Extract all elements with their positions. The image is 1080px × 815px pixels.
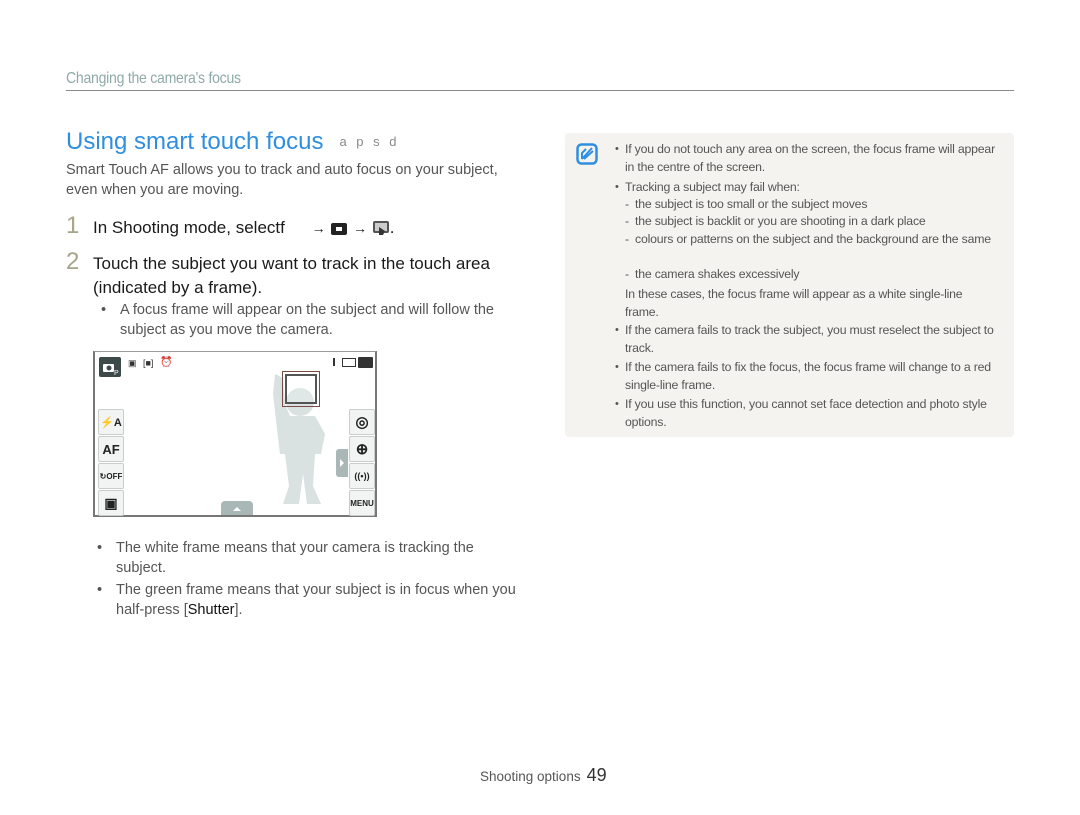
metering-icon: [■] bbox=[143, 358, 154, 368]
page-number: 49 bbox=[586, 765, 607, 785]
bottom-panel-tab[interactable] bbox=[221, 501, 253, 515]
smart-touch-icon bbox=[372, 219, 390, 243]
flash-auto-icon: ⚡A bbox=[100, 416, 122, 429]
single-shot-indicator bbox=[333, 358, 335, 366]
focus-area-button[interactable]: ⊕ bbox=[349, 436, 375, 462]
menu-button[interactable]: MENU bbox=[349, 490, 375, 516]
timer-button[interactable]: ↻OFF bbox=[98, 463, 124, 489]
timer-off-icon: ↻OFF bbox=[99, 471, 123, 481]
arrow-icon: → bbox=[311, 220, 326, 236]
step-number: 1 bbox=[66, 212, 80, 239]
intro-text: Smart Touch AF allows you to track and a… bbox=[66, 162, 498, 198]
step-text: Touch the subject you want to track in t… bbox=[93, 254, 490, 297]
focus-mode-icon bbox=[330, 219, 348, 243]
menu-icon: MENU bbox=[350, 498, 374, 508]
side-panel-tab[interactable] bbox=[336, 449, 348, 477]
shutter-key: Shutter bbox=[187, 602, 235, 618]
page-title: Using smart touch focus a p s d bbox=[66, 128, 399, 156]
arrow-icon: → bbox=[353, 220, 368, 236]
memory-icon bbox=[342, 358, 356, 367]
note-icon bbox=[576, 143, 598, 170]
header-rule bbox=[66, 90, 1014, 91]
page-footer: Shooting options 49 bbox=[480, 765, 607, 786]
section-header: Changing the camera's focus bbox=[66, 70, 241, 87]
flash-button[interactable]: ⚡A bbox=[98, 409, 124, 435]
svg-text:P: P bbox=[114, 370, 119, 377]
stabilizer-button[interactable]: ◎ bbox=[349, 409, 375, 435]
focus-area-icon: ⊕ bbox=[355, 441, 369, 458]
display-button[interactable]: ▣ bbox=[98, 490, 124, 516]
camera-screen: P ▣ [■] ⏰ ⚡A AF ↻OFF ▣ ◎ ⊕ ((•)) MENU bbox=[93, 351, 377, 517]
note-box: • If you do not touch any area on the scr… bbox=[565, 133, 1014, 437]
size-icon: ▣ bbox=[128, 358, 137, 368]
battery-icon bbox=[358, 357, 373, 368]
stabilizer-icon: ◎ bbox=[355, 414, 369, 431]
wireless-icon: ((•)) bbox=[354, 471, 370, 481]
step-number: 2 bbox=[66, 248, 80, 275]
camera-program-icon: P bbox=[99, 357, 121, 377]
mode-icons: a p s d bbox=[339, 134, 400, 149]
footer-section: Shooting options bbox=[480, 769, 581, 784]
timer-icon: ⏰ bbox=[160, 357, 173, 368]
step-text: In Shooting mode, selectf bbox=[93, 218, 285, 237]
af-button[interactable]: AF bbox=[98, 436, 124, 462]
wireless-button[interactable]: ((•)) bbox=[349, 463, 375, 489]
title-text: Using smart touch focus bbox=[66, 128, 324, 155]
af-icon: AF bbox=[102, 441, 120, 457]
focus-frame[interactable] bbox=[282, 371, 320, 407]
display-icon: ▣ bbox=[104, 494, 118, 511]
